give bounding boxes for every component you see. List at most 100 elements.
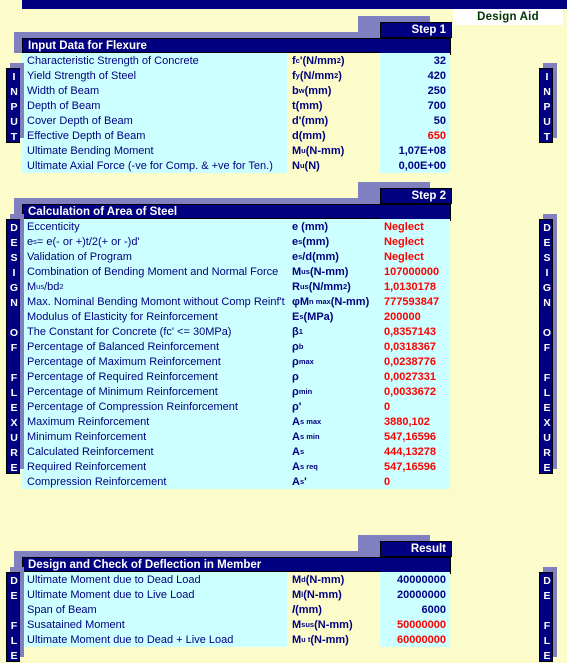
row-symbol: Rus (N/mm 2) bbox=[287, 279, 380, 294]
side-banner-letter: U bbox=[10, 431, 18, 444]
row-value[interactable]: 444,13278 bbox=[380, 444, 450, 459]
table-row: Validation of Program e s/d(mm) Neglect bbox=[22, 249, 450, 264]
row-value[interactable]: 40000000 bbox=[380, 572, 450, 587]
row-value[interactable]: 700 bbox=[380, 98, 450, 113]
side-banner-letter: S bbox=[543, 251, 551, 264]
table-row: Compression Reinforcement As ' 0 bbox=[22, 474, 450, 489]
side-banner-letter: U bbox=[543, 431, 551, 444]
side-banner-letter: P bbox=[543, 100, 551, 113]
row-label: Required Reinforcement bbox=[22, 459, 287, 474]
row-symbol: Md (N-mm) bbox=[287, 572, 380, 587]
row-value[interactable]: 547,16596 bbox=[380, 459, 450, 474]
row-symbol: As bbox=[287, 444, 380, 459]
row-label: Percentage of Compression Reinforcement bbox=[22, 399, 287, 414]
table-row: Ultimate Moment due to Dead + Live Load … bbox=[22, 632, 450, 647]
side-banner-letter: N bbox=[543, 296, 551, 309]
tab-label: Step 2 bbox=[411, 190, 446, 202]
row-value[interactable]: 60000000 bbox=[380, 632, 450, 647]
row-value[interactable]: 0,0027331 bbox=[380, 369, 450, 384]
row-label: Modulus of Elasticity for Reinforcement bbox=[22, 309, 287, 324]
row-label: Percentage of Maximum Reinforcement bbox=[22, 354, 287, 369]
table-row: Modulus of Elasticity for Reinforcement … bbox=[22, 309, 450, 324]
side-banner-left-input: INPUT bbox=[6, 68, 20, 143]
row-value[interactable]: Neglect bbox=[380, 234, 450, 249]
row-value[interactable]: 0,0318367 bbox=[380, 339, 450, 354]
row-label: Minimum Reinforcement bbox=[22, 429, 287, 444]
side-banner-letter: F bbox=[543, 619, 551, 632]
row-value[interactable]: 20000000 bbox=[380, 587, 450, 602]
row-value[interactable]: 3880,102 bbox=[380, 414, 450, 429]
side-banner-letter: I bbox=[12, 266, 16, 279]
row-value[interactable]: 0 bbox=[380, 399, 450, 414]
row-value[interactable]: 1,0130178 bbox=[380, 279, 450, 294]
row-symbol: ρ min bbox=[287, 384, 380, 399]
tab-design-and-check-of-deflection-in-member[interactable]: Result bbox=[380, 541, 452, 557]
row-label: Ultimate Axial Force (-ve for Comp. & +v… bbox=[22, 158, 287, 173]
side-banner-letter: E bbox=[543, 589, 551, 602]
side-banner-letter: R bbox=[543, 446, 551, 459]
tab-label: Result bbox=[410, 543, 446, 555]
table-row: Ultimate Axial Force (-ve for Comp. & +v… bbox=[22, 158, 450, 173]
row-symbol: f c '(N/mm 2) bbox=[287, 53, 380, 68]
side-banner-letter: N bbox=[10, 85, 18, 98]
row-symbol: Msus (N-mm) bbox=[287, 617, 380, 632]
side-banner-letter bbox=[7, 603, 21, 618]
table-row: Minimum Reinforcement As min 547,16596 bbox=[22, 429, 450, 444]
row-value[interactable]: 650 bbox=[380, 128, 450, 143]
row-symbol: d(mm) bbox=[287, 128, 380, 143]
row-value[interactable]: 777593847 bbox=[380, 294, 450, 309]
row-label: Susatained Moment bbox=[22, 617, 287, 632]
side-banner-letter: O bbox=[542, 326, 552, 339]
row-value[interactable]: 250 bbox=[380, 83, 450, 98]
side-banner-letter: X bbox=[543, 416, 551, 429]
row-symbol: As min bbox=[287, 429, 380, 444]
side-banner-letter: I bbox=[545, 70, 549, 83]
row-value[interactable]: 0,8357143 bbox=[380, 324, 450, 339]
row-label: Ultimate Moment due to Dead + Live Load bbox=[22, 632, 287, 647]
row-value[interactable]: Neglect bbox=[380, 219, 450, 234]
row-symbol: t(mm) bbox=[287, 98, 380, 113]
section-title: Calculation of Area of Steel bbox=[28, 205, 178, 218]
row-symbol: ρ' bbox=[287, 399, 380, 414]
row-label: Combination of Bending Moment and Normal… bbox=[22, 264, 287, 279]
row-value[interactable]: 0,0238776 bbox=[380, 354, 450, 369]
row-value[interactable]: 420 bbox=[380, 68, 450, 83]
row-label: Ultimate Bending Moment bbox=[22, 143, 287, 158]
row-value[interactable]: 0 bbox=[380, 474, 450, 489]
side-banner-letter: L bbox=[10, 386, 18, 399]
row-value[interactable]: 107000000 bbox=[380, 264, 450, 279]
table-row: Characteristic Strength of Concrete f c '(… bbox=[22, 53, 450, 68]
side-banner-letter: P bbox=[10, 100, 18, 113]
row-label: Mus/bd 2 bbox=[22, 279, 287, 294]
section-header-input-data-for-flexure: Input Data for Flexure bbox=[22, 38, 380, 53]
row-label: Percentage of Required Reinforcement bbox=[22, 369, 287, 384]
side-banner-letter: D bbox=[10, 221, 18, 234]
row-value[interactable]: 50 bbox=[380, 113, 450, 128]
row-value[interactable]: 6000 bbox=[380, 602, 450, 617]
row-value[interactable]: 50000000 bbox=[380, 617, 450, 632]
row-value[interactable]: 200000 bbox=[380, 309, 450, 324]
row-value[interactable]: 547,16596 bbox=[380, 429, 450, 444]
side-banner-letter: R bbox=[10, 446, 18, 459]
row-label: Yield Strength of Steel bbox=[22, 68, 287, 83]
tab-input-data-for-flexure[interactable]: Step 1 bbox=[380, 22, 452, 38]
row-symbol: ρb bbox=[287, 339, 380, 354]
side-banner-letter: E bbox=[10, 461, 18, 474]
design-aid-button[interactable]: Design Aid bbox=[453, 9, 563, 25]
table-row: Eccenticity e (mm) Neglect bbox=[22, 219, 450, 234]
side-banner-letter: E bbox=[543, 236, 551, 249]
row-value[interactable]: 32 bbox=[380, 53, 450, 68]
table-row: Mus/bd 2 Rus (N/mm 2) 1,0130178 bbox=[22, 279, 450, 294]
row-value[interactable]: Neglect bbox=[380, 249, 450, 264]
row-label: Validation of Program bbox=[22, 249, 287, 264]
side-banner-letter: D bbox=[543, 221, 551, 234]
row-value[interactable]: 0,00E+00 bbox=[380, 158, 450, 173]
row-symbol: Mu (N-mm) bbox=[287, 143, 380, 158]
row-value[interactable]: 0,0033672 bbox=[380, 384, 450, 399]
side-banner-letter: U bbox=[10, 115, 18, 128]
row-value[interactable]: 1,07E+08 bbox=[380, 143, 450, 158]
row-label: Eccenticity bbox=[22, 219, 287, 234]
tab-calculation-of-area-of-steel[interactable]: Step 2 bbox=[380, 188, 452, 204]
tab-label: Step 1 bbox=[411, 24, 446, 36]
side-banner-letter: E bbox=[543, 401, 551, 414]
